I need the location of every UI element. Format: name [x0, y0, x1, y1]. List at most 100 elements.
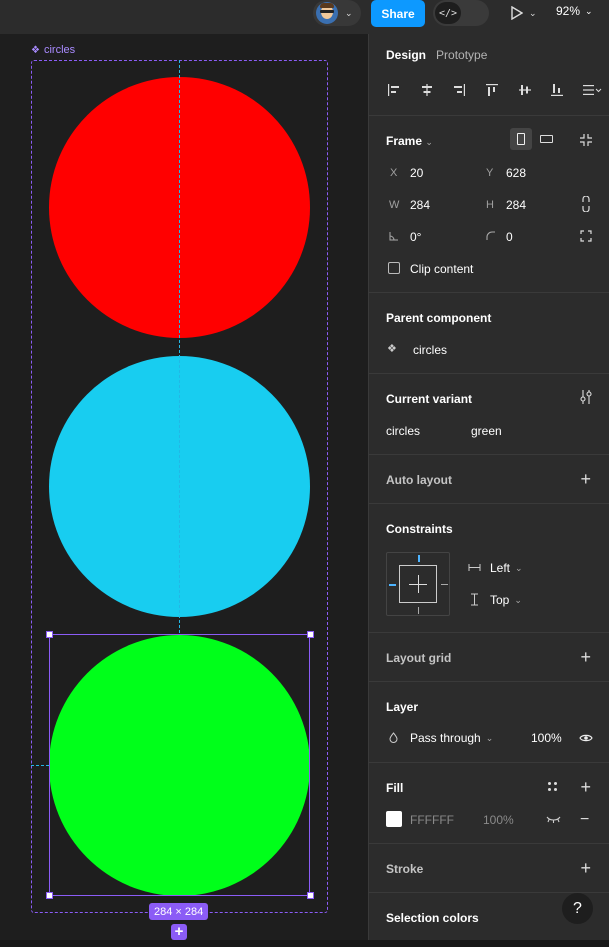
toolbar: ⌄ Share </> ⌄ 92% ⌄: [0, 0, 609, 34]
chevron-down-icon: ⌄: [425, 137, 433, 147]
distribute-icon[interactable]: [582, 82, 602, 98]
add-fill-icon[interactable]: +: [580, 778, 591, 796]
constraint-bottom-marker[interactable]: [418, 607, 419, 614]
landscape-orientation-button[interactable]: [536, 128, 558, 150]
clip-content-label: Clip content: [410, 262, 474, 276]
eye-icon[interactable]: [579, 733, 593, 743]
add-layout-grid-icon[interactable]: +: [580, 648, 591, 666]
fill-hex-input[interactable]: FFFFFF: [410, 813, 454, 827]
resize-handle-tr[interactable]: [307, 631, 314, 638]
resize-handle-bl[interactable]: [46, 892, 53, 899]
layer-opacity-input[interactable]: 100%: [531, 731, 562, 745]
zoom-menu[interactable]: 92% ⌄: [556, 4, 593, 18]
user-menu[interactable]: ⌄: [313, 0, 361, 26]
code-icon: </>: [435, 2, 461, 24]
constraint-left-marker[interactable]: [389, 584, 396, 586]
eye-closed-icon[interactable]: [546, 815, 561, 823]
align-right-icon[interactable]: [451, 82, 467, 98]
layer-title: Layer: [386, 700, 419, 714]
properties-panel: Design Prototype Frame ⌄ X 20 Y 628 W 28…: [368, 34, 609, 940]
divider: [369, 762, 609, 763]
auto-layout-title: Auto layout: [386, 473, 452, 487]
align-horizontal-center-icon[interactable]: [419, 82, 435, 98]
blend-mode-value: Pass through: [410, 731, 481, 745]
variant-property-name: circles: [386, 424, 421, 438]
add-variant-button[interactable]: +: [171, 924, 187, 940]
constraint-top-marker[interactable]: [418, 555, 420, 562]
parent-component-title: Parent component: [386, 311, 492, 325]
h-input[interactable]: 284: [506, 198, 526, 212]
size-badge: 284 × 284: [149, 903, 209, 920]
divider: [369, 681, 609, 682]
selection-box[interactable]: [49, 634, 310, 896]
constraints-widget[interactable]: [386, 552, 450, 616]
chevron-down-icon: ⌄: [514, 594, 522, 605]
chevron-down-icon: ⌄: [485, 732, 494, 743]
fill-color-swatch[interactable]: [386, 811, 402, 827]
chevron-down-icon: ⌄: [529, 7, 537, 18]
vertical-constraint-icon: [471, 593, 478, 606]
bottom-bar: [0, 940, 609, 947]
rotation-icon: [389, 232, 398, 241]
component-label[interactable]: ❖ circles: [31, 44, 75, 56]
frame-section-title[interactable]: Frame ⌄: [386, 134, 433, 148]
y-label: Y: [486, 167, 494, 179]
resize-handle-tl[interactable]: [46, 631, 53, 638]
portrait-orientation-button[interactable]: [510, 128, 532, 150]
constraint-right-marker[interactable]: [441, 584, 448, 585]
vertical-constraint-select[interactable]: Top ⌄: [490, 593, 522, 607]
center-guide: [179, 60, 180, 633]
add-stroke-icon[interactable]: +: [580, 859, 591, 877]
add-auto-layout-icon[interactable]: +: [580, 470, 591, 488]
clip-content-checkbox[interactable]: [388, 262, 400, 274]
resize-to-fit-icon[interactable]: [579, 133, 593, 147]
align-vertical-center-icon[interactable]: [517, 82, 533, 98]
variant-value-select[interactable]: green: [471, 424, 502, 438]
present-button[interactable]: ⌄: [511, 3, 543, 23]
component-icon: ❖: [387, 343, 397, 355]
divider: [369, 292, 609, 293]
align-top-icon[interactable]: [484, 82, 500, 98]
remove-fill-icon[interactable]: −: [580, 811, 589, 829]
share-button[interactable]: Share: [371, 0, 425, 27]
constrain-proportions-icon[interactable]: [581, 196, 591, 212]
corner-radius-input[interactable]: 0: [506, 230, 513, 244]
constraint-frame: [399, 565, 437, 603]
selection-colors-title: Selection colors: [386, 911, 479, 925]
chevron-down-icon: ⌄: [585, 5, 593, 16]
layout-grid-title: Layout grid: [386, 651, 452, 665]
stroke-title: Stroke: [386, 862, 424, 876]
align-bottom-icon[interactable]: [549, 82, 565, 98]
h-label: H: [486, 199, 494, 211]
corner-radius-icon: [486, 231, 495, 240]
blend-mode-select[interactable]: Pass through ⌄: [410, 731, 493, 745]
tab-prototype[interactable]: Prototype: [436, 48, 487, 62]
fill-title: Fill: [386, 781, 404, 795]
tab-design[interactable]: Design: [386, 48, 426, 62]
align-left-icon[interactable]: [386, 82, 402, 98]
help-button[interactable]: ?: [562, 893, 593, 924]
component-icon: ❖: [31, 44, 40, 56]
divider: [369, 373, 609, 374]
divider: [369, 632, 609, 633]
parent-component-name[interactable]: circles: [413, 343, 447, 357]
resize-handle-br[interactable]: [307, 892, 314, 899]
style-library-icon[interactable]: [547, 781, 558, 792]
w-input[interactable]: 284: [410, 198, 430, 212]
fill-opacity-input[interactable]: 100%: [483, 813, 514, 827]
vertical-constraint-value: Top: [490, 593, 510, 607]
independent-corners-icon[interactable]: [580, 230, 592, 242]
y-input[interactable]: 628: [506, 166, 526, 180]
x-label: X: [390, 167, 398, 179]
horizontal-constraint-select[interactable]: Left ⌄: [490, 561, 523, 575]
horizontal-constraint-value: Left: [490, 561, 511, 575]
x-input[interactable]: 20: [410, 166, 423, 180]
chevron-down-icon: ⌄: [345, 7, 353, 18]
rotation-input[interactable]: 0°: [410, 230, 421, 244]
divider: [369, 843, 609, 844]
dev-mode-toggle[interactable]: </>: [433, 0, 489, 26]
zoom-level: 92%: [556, 4, 581, 18]
canvas[interactable]: ❖ circles 284 × 284 +: [0, 34, 368, 940]
divider: [369, 115, 609, 116]
variant-properties-icon[interactable]: [579, 389, 593, 405]
